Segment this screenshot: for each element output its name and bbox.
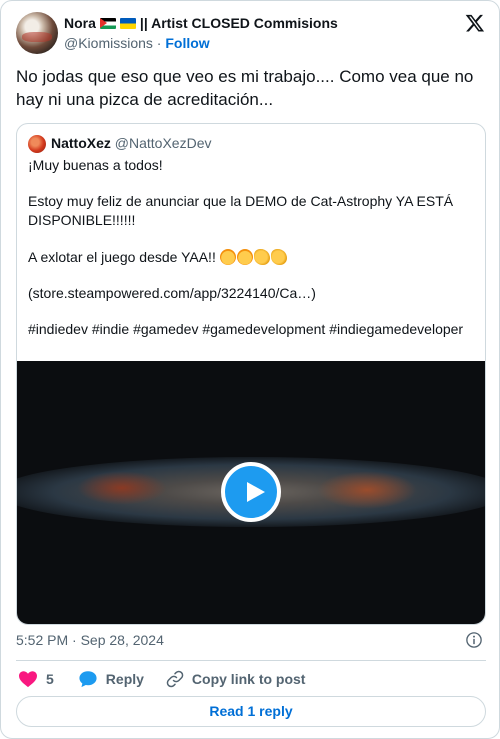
separator-dot: · <box>156 35 162 51</box>
quote-line-play-text: A exlotar el juego desde YAA!! <box>28 249 216 265</box>
play-icon <box>247 482 265 502</box>
author-name-row[interactable]: Nora || Artist CLOSED Commisions <box>64 15 338 31</box>
reply-label: Reply <box>105 671 144 687</box>
like-button[interactable]: 5 <box>18 670 54 688</box>
quote-author-name: NattoXez <box>51 135 111 151</box>
read-replies-button[interactable]: Read 1 reply <box>16 696 486 727</box>
author-handle-row: @Kiomissions · Follow <box>64 35 210 51</box>
like-count: 5 <box>46 671 54 687</box>
post-timestamp[interactable]: 5:52 PM · Sep 28, 2024 <box>16 632 164 648</box>
action-bar: 5 Reply Copy link to post <box>16 668 305 690</box>
quote-hashtags[interactable]: #indiedev #indie #gamedev #gamedevelopme… <box>28 320 476 339</box>
x-logo-icon[interactable] <box>465 13 485 33</box>
heart-icon <box>19 671 37 688</box>
copy-link-label: Copy link to post <box>191 671 306 687</box>
quoted-tweet[interactable]: NattoXez @NattoXezDev ¡Muy buenas a todo… <box>16 123 486 625</box>
quote-line-greeting: ¡Muy buenas a todos! <box>28 157 163 173</box>
quote-author-row: NattoXez @NattoXezDev <box>51 135 212 151</box>
ukraine-flag-icon <box>119 17 136 29</box>
flexed-bicep-icon <box>270 249 287 265</box>
reply-button[interactable]: Reply <box>78 670 144 688</box>
palestine-flag-icon <box>99 17 116 29</box>
video-thumbnail-detail <box>77 471 167 505</box>
reply-bubble-icon <box>79 671 97 688</box>
tweet-text: No jodas que eso que veo es mi trabajo..… <box>16 67 474 109</box>
divider <box>16 660 486 661</box>
link-icon <box>166 670 184 688</box>
quote-line-play: A exlotar el juego desde YAA!! <box>28 248 476 267</box>
info-icon[interactable] <box>465 631 483 649</box>
quote-author-handle: @NattoXezDev <box>114 135 212 151</box>
follow-button[interactable]: Follow <box>165 35 209 51</box>
video-thumbnail-detail <box>317 471 417 509</box>
author-handle[interactable]: @Kiomissions <box>64 35 153 51</box>
tweet-card: Nora || Artist CLOSED Commisions @Kiomis… <box>0 0 500 739</box>
author-name[interactable]: Nora <box>64 15 96 31</box>
party-face-icon <box>236 249 253 265</box>
quote-line-announcement: Estoy muy feliz de anunciar que la DEMO … <box>28 193 454 228</box>
video-player[interactable] <box>17 361 485 624</box>
flexed-bicep-icon <box>253 249 270 265</box>
copy-link-button[interactable]: Copy link to post <box>166 670 306 688</box>
author-avatar[interactable] <box>16 12 58 54</box>
play-button[interactable] <box>221 462 281 522</box>
quote-link[interactable]: (store.steampowered.com/app/3224140/Ca…) <box>28 284 476 303</box>
party-face-icon <box>219 249 236 265</box>
quote-author-avatar <box>28 135 46 153</box>
author-name-suffix[interactable]: || Artist CLOSED Commisions <box>140 15 338 31</box>
